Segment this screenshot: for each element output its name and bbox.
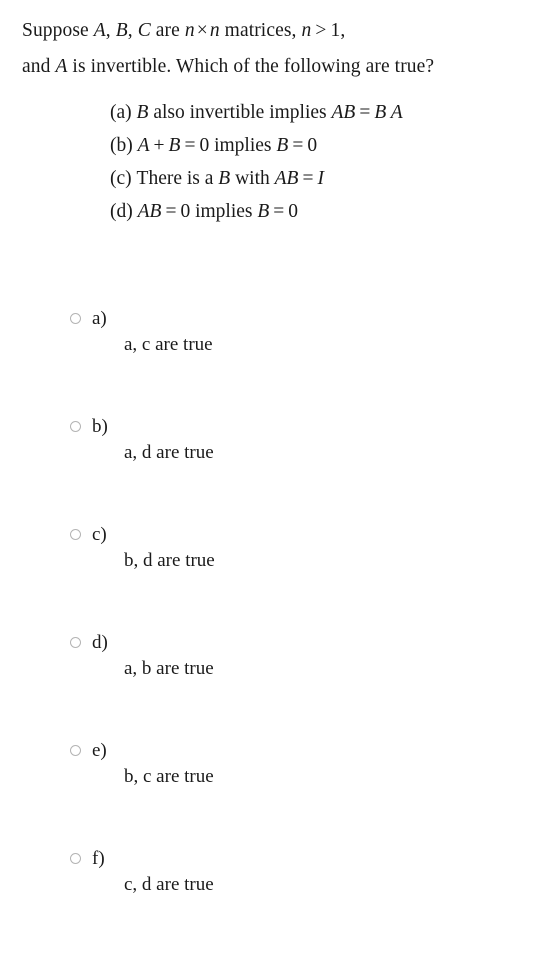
answer-choice-d-letter: d) [92,632,108,653]
statement-a-equals: = [359,102,371,123]
statement-b: (b) A + B = 0 implies B = 0 [110,129,530,162]
statement-b-plus: + [153,135,165,156]
answer-choice-e-head[interactable]: e) [70,738,107,764]
statement-c: (c) There is a B with AB = I [110,162,530,195]
statement-d-equals-2: = [273,201,285,222]
stem-comma-2: , [127,20,138,41]
radio-button-icon-f[interactable] [70,853,81,864]
statement-b-zero-1: 0 [199,135,210,156]
statement-d: (d) AB = 0 implies B = 0 [110,195,530,228]
radio-button-icon-e[interactable] [70,745,81,756]
answer-choice-b[interactable]: b) a, d are true [0,414,536,522]
dimension-var-n-3: n [301,20,312,41]
answer-choice-d-text: a, b are true [124,658,214,679]
answer-choice-f[interactable]: f) c, d are true [0,846,536,954]
answer-choice-e-text: b, c are true [124,766,214,787]
statement-a-rhs: B A [374,102,403,123]
statement-c-equals: = [302,168,314,189]
answer-choice-a-letter: a) [92,308,107,329]
answer-choice-d-head[interactable]: d) [70,630,108,656]
stem-text-are: are [150,20,185,41]
statement-c-text-1: There is a [136,168,219,189]
answer-choice-b-text: a, d are true [124,442,214,463]
statement-a-var-b: B [136,102,149,123]
stem-text-matrices: matrices, [219,20,302,41]
answer-choice-e[interactable]: e) b, c are true [0,738,536,846]
statement-d-zero-1: 0 [180,201,191,222]
question-stem: Suppose A, B, C are n × n matrices, n >1, a… [22,13,534,85]
greater-than-operator: > [315,20,327,41]
statement-list: (a) B also invertible implies AB = B A (b)… [110,96,530,228]
answer-choice-a-head[interactable]: a) [70,306,107,332]
stem-comma-1: , [105,20,116,41]
statement-b-text: implies [209,135,277,156]
answer-choice-f-head[interactable]: f) [70,846,105,872]
statement-b-zero-2: 0 [307,135,318,156]
times-operator: × [196,20,208,41]
statement-d-tag: (d) [110,201,133,222]
answer-choice-c-head[interactable]: c) [70,522,107,548]
dimension-var-n-1: n [184,20,195,41]
statement-a-text: also invertible implies [148,102,332,123]
matrix-var-b: B [115,20,128,41]
statement-c-tag: (c) [110,168,132,189]
statement-d-text: implies [190,201,258,222]
matrix-var-a: A [93,20,106,41]
answer-choice-a-text: a, c are true [124,334,213,355]
stem-number-one: 1 [330,20,341,41]
radio-button-icon-a[interactable] [70,313,81,324]
statement-c-text-2: with [230,168,275,189]
radio-button-icon-d[interactable] [70,637,81,648]
radio-button-icon-c[interactable] [70,529,81,540]
statement-d-equals-1: = [165,201,177,222]
invertible-var-a: A [55,56,68,77]
answer-choice-b-head[interactable]: b) [70,414,108,440]
statement-b-equals-2: = [292,135,304,156]
statement-b-equals-1: = [184,135,196,156]
answer-choice-d[interactable]: d) a, b are true [0,630,536,738]
statement-a-lhs: AB [331,102,356,123]
dimension-var-n-2: n [209,20,220,41]
answer-choice-c-text: b, d are true [124,550,215,571]
statement-b-var-a: A [137,135,150,156]
answer-choice-a[interactable]: a) a, c are true [0,306,536,414]
statement-d-zero-2: 0 [288,201,299,222]
statement-c-var-b: B [218,168,231,189]
stem-line-1: Suppose A, B, C are n × n matrices, n >1, [22,13,534,49]
answer-choice-c[interactable]: c) b, d are true [0,522,536,630]
statement-c-lhs: AB [274,168,299,189]
statement-a: (a) B also invertible implies AB = B A [110,96,530,129]
radio-button-icon-b[interactable] [70,421,81,432]
stem-text-suppose: Suppose [22,20,94,41]
statement-c-identity: I [317,168,324,189]
statement-d-lhs: AB [137,201,162,222]
statement-b-tag: (b) [110,135,133,156]
statement-d-var-b: B [257,201,270,222]
stem-text-question: is invertible. Which of the following ar… [67,56,435,77]
answer-choice-b-letter: b) [92,416,108,437]
answer-choice-c-letter: c) [92,524,107,545]
stem-text-and: and [22,56,56,77]
stem-trailing-comma: , [340,20,346,41]
statement-b-var-b: B [168,135,181,156]
answer-choice-list: a) a, c are true b) a, d are true c) b, … [0,306,536,954]
stem-line-2: and A is invertible. Which of the follow… [22,49,534,85]
answer-choice-e-letter: e) [92,740,107,761]
matrix-var-c: C [137,20,151,41]
statement-b-var-b2: B [276,135,289,156]
answer-choice-f-text: c, d are true [124,874,214,895]
answer-choice-f-letter: f) [92,848,105,869]
statement-a-tag: (a) [110,102,132,123]
